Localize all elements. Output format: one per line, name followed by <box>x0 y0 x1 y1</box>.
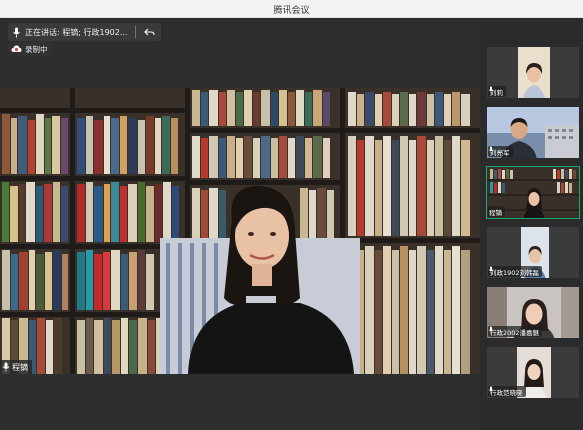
microphone-icon <box>12 27 21 38</box>
window-title: 腾讯会议 <box>273 6 310 16</box>
main-video-name-tag: 程镝 <box>0 360 32 374</box>
meeting-stage: 程镝 正在讲话: 程镝; 行政1902... 录制中 <box>0 18 480 430</box>
participant-name: 程镝 <box>489 208 502 217</box>
participant-name-tag: 行政2002潘嘉魅 <box>488 326 543 337</box>
participant-name: 刘政1902刘韩磊 <box>490 268 540 277</box>
main-video-frame <box>0 88 480 374</box>
participant-name-tag: 刘政1902刘韩磊 <box>488 266 543 277</box>
participant-name: 行政范晓晓 <box>490 388 523 397</box>
participant-name: 行政2002潘嘉魅 <box>490 328 540 337</box>
microphone-icon <box>2 362 10 372</box>
participant-name-tag: 程镝 <box>488 206 505 217</box>
participant-tile[interactable]: 刘政1902刘韩磊 <box>486 226 580 279</box>
cloud-record-icon <box>11 45 22 53</box>
participant-tile[interactable]: 行政2002潘嘉魅 <box>486 286 580 339</box>
undo-arrow-icon[interactable] <box>144 28 156 37</box>
participant-sidebar: 刘莉 刘亮军 程镝 刘政1902刘韩磊 行政2002潘嘉魅 行政范晓晓 <box>480 18 583 430</box>
title-bar: 腾讯会议 <box>0 0 583 18</box>
recording-label: 录制中 <box>25 44 48 54</box>
speaking-text: 正在讲话: 程镝; 行政1902... <box>25 27 128 37</box>
main-video[interactable]: 程镝 <box>0 88 480 374</box>
participant-tile[interactable]: 行政范晓晓 <box>486 346 580 399</box>
participant-name-tag: 行政范晓晓 <box>488 386 526 397</box>
participant-name-tag: 刘亮军 <box>488 146 513 157</box>
participant-tile-active-speaker[interactable]: 程镝 <box>486 166 580 219</box>
main-video-participant-name: 程镝 <box>12 362 28 372</box>
participant-tile[interactable]: 刘莉 <box>486 46 580 99</box>
divider <box>135 26 137 38</box>
participant-name-tag: 刘莉 <box>488 86 506 97</box>
recording-indicator[interactable]: 录制中 <box>8 42 53 56</box>
participant-tile[interactable]: 刘亮军 <box>486 106 580 159</box>
speaking-indicator[interactable]: 正在讲话: 程镝; 行政1902... <box>8 23 162 41</box>
